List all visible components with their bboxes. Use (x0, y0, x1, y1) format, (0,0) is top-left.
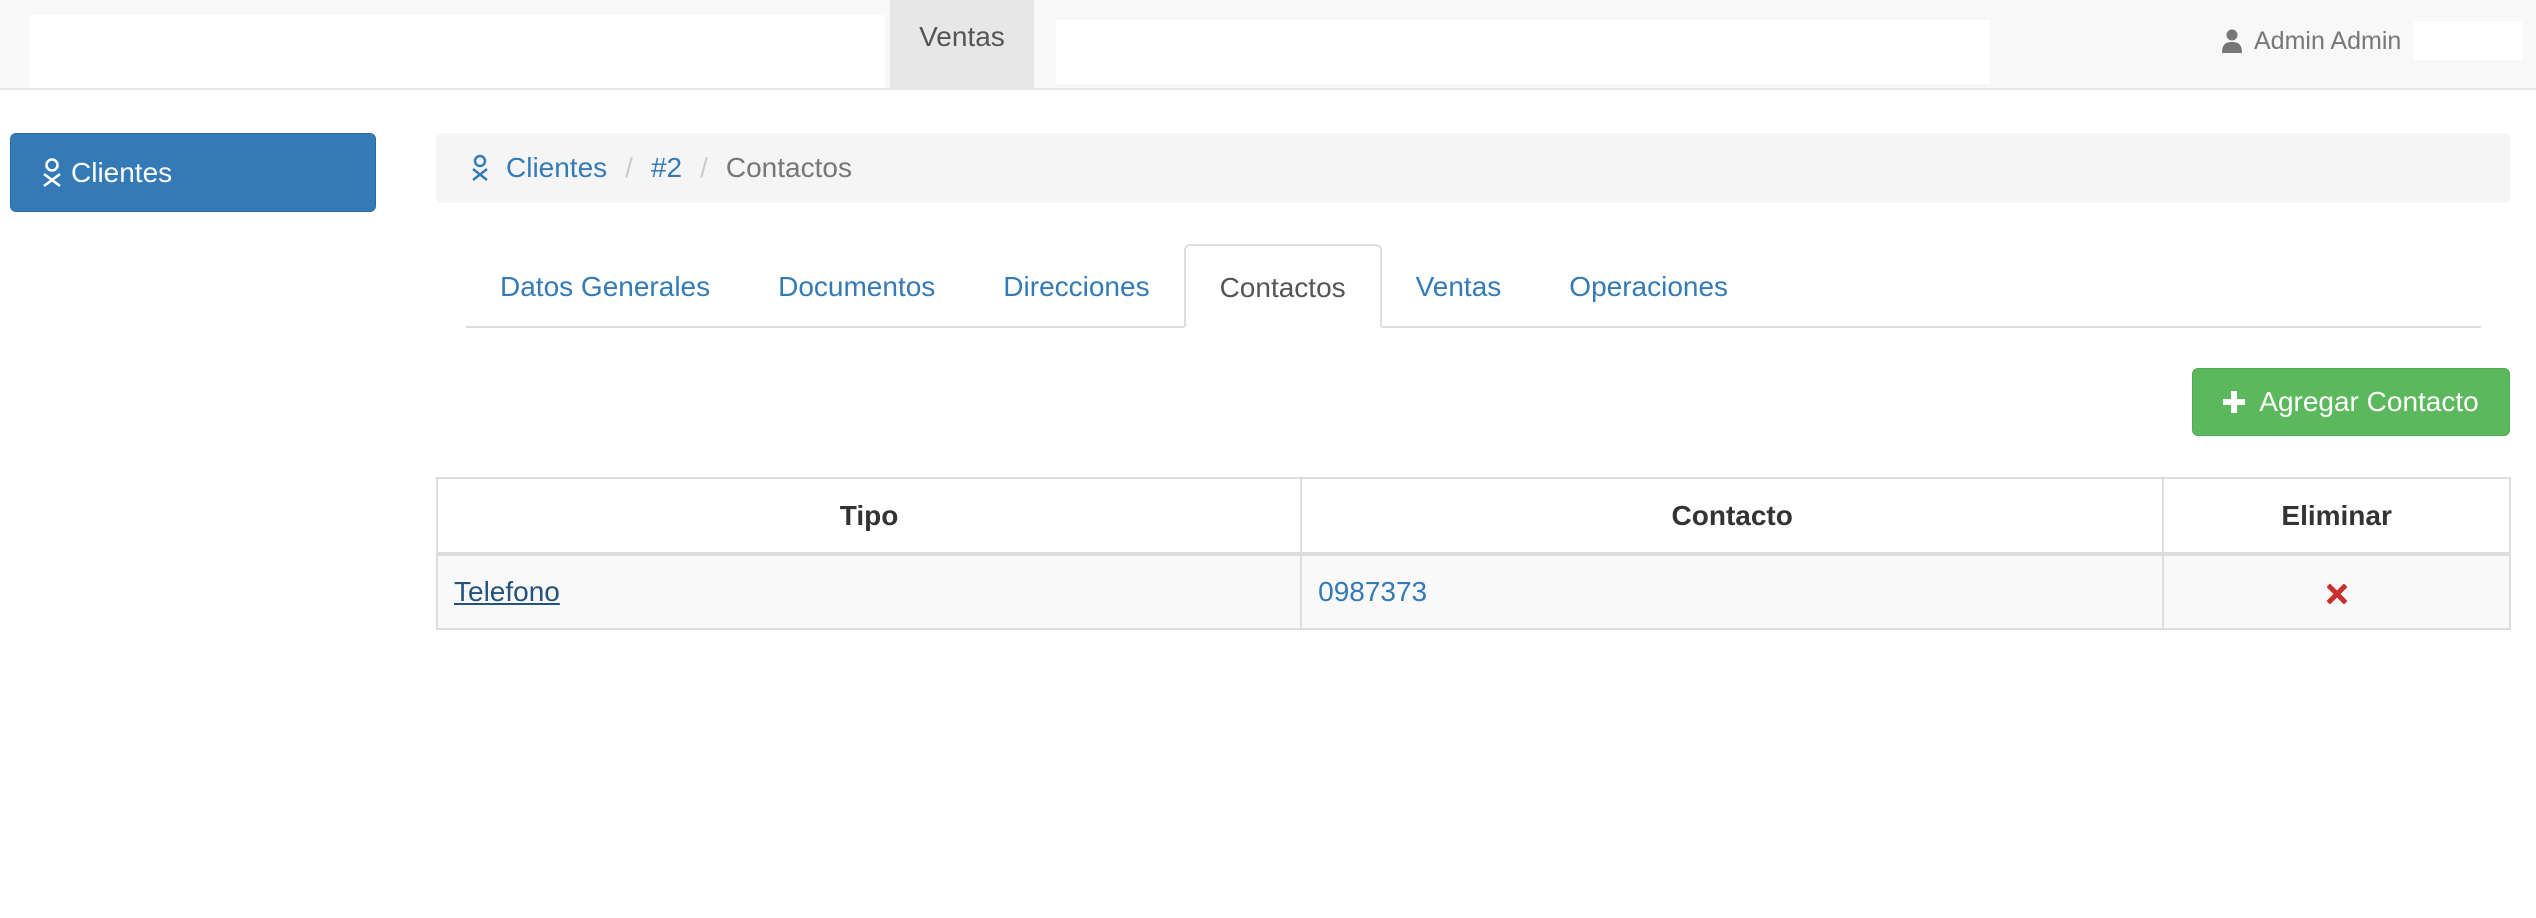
breadcrumb-current: Contactos (725, 152, 852, 183)
customer-icon (43, 157, 61, 187)
breadcrumb-clientes[interactable]: Clientes (506, 152, 607, 184)
column-header-eliminar: Eliminar (2162, 477, 2511, 556)
column-header-tipo: Tipo (435, 477, 1303, 556)
tab-documentos[interactable]: Documentos (744, 244, 969, 326)
tab-direcciones[interactable]: Direcciones (969, 244, 1183, 326)
top-navbar: Ventas Admin Admin (0, 0, 2536, 90)
navbar-right-placeholder[interactable] (2414, 22, 2522, 60)
tab-datos-generales[interactable]: Datos Generales (466, 244, 744, 326)
customer-icon (472, 154, 488, 181)
sidebar-item-label: Clientes (71, 156, 173, 188)
tab-contactos[interactable]: Contactos (1183, 244, 1382, 328)
nav-item-ventas[interactable]: Ventas (890, 0, 1034, 88)
user-menu[interactable]: Admin Admin (2222, 22, 2401, 60)
plus-icon (2223, 391, 2246, 413)
breadcrumb-separator: / (625, 152, 633, 183)
contact-type-link[interactable]: Telefono (454, 576, 560, 607)
add-contact-button[interactable]: Agregar Contacto (2192, 368, 2510, 436)
cell-contacto: 0987373 (1300, 553, 2165, 630)
user-name: Admin Admin (2254, 26, 2402, 55)
navbar-brand-placeholder (30, 15, 885, 88)
contacts-table: Tipo Contacto Eliminar Telefono 0987373 (435, 477, 2511, 630)
cell-tipo: Telefono (435, 553, 1303, 630)
breadcrumb-separator: / (700, 152, 708, 183)
tab-ventas[interactable]: Ventas (1382, 244, 1536, 326)
table-row: Telefono 0987373 (435, 553, 2511, 630)
user-icon (2222, 29, 2242, 53)
cell-eliminar (2162, 553, 2511, 630)
breadcrumb-record[interactable]: #2 (651, 152, 682, 184)
column-header-contacto: Contacto (1300, 477, 2165, 556)
breadcrumb: Clientes / #2 / Contactos (436, 133, 2510, 203)
add-contact-label: Agregar Contacto (2259, 386, 2479, 417)
tab-operaciones[interactable]: Operaciones (1535, 244, 1762, 326)
table-header-row: Tipo Contacto Eliminar (435, 477, 2511, 556)
tab-bar: Datos Generales Documentos Direcciones C… (466, 244, 2481, 328)
sidebar-item-clientes[interactable]: Clientes (10, 133, 376, 212)
remove-icon[interactable] (2326, 583, 2348, 605)
navbar-search-placeholder[interactable] (1056, 20, 1990, 84)
contact-value-link[interactable]: 0987373 (1318, 576, 1427, 607)
